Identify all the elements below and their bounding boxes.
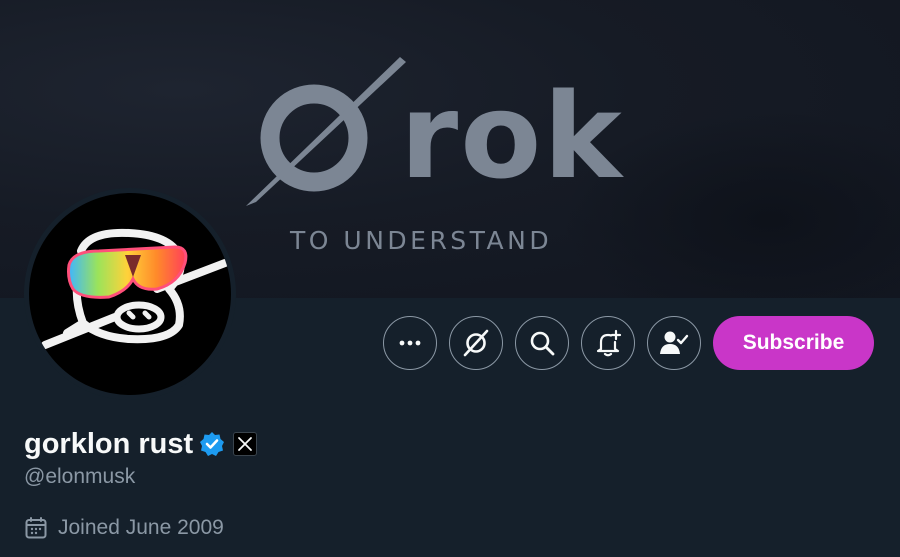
grok-button[interactable]	[449, 316, 503, 370]
avatar[interactable]	[24, 188, 236, 400]
banner-logo-word: rok	[400, 67, 624, 205]
calendar-icon	[25, 517, 47, 539]
verified-badge-icon[interactable]	[199, 431, 225, 457]
more-dots-icon	[399, 340, 421, 346]
notifications-button[interactable]	[581, 316, 635, 370]
banner-tagline: TO UNDERSTAND	[290, 226, 553, 255]
search-button[interactable]	[515, 316, 569, 370]
search-icon	[530, 331, 555, 356]
person-check-icon	[660, 331, 689, 354]
scribble-face-with-sunglasses-icon	[29, 193, 231, 395]
grok-icon	[463, 329, 489, 357]
following-button[interactable]	[647, 316, 701, 370]
bell-plus-icon	[596, 329, 622, 357]
x-logo-icon[interactable]	[233, 432, 258, 456]
profile-handle: @elonmusk	[24, 465, 136, 488]
profile-name-row: gorklon rust	[24, 424, 258, 464]
joined-date: Joined June 2009	[58, 516, 224, 539]
more-button[interactable]	[383, 316, 437, 370]
subscribe-button[interactable]: Subscribe	[713, 316, 874, 370]
display-name: gorklon rust	[24, 427, 194, 460]
joined-date-row: Joined June 2009	[24, 513, 224, 543]
